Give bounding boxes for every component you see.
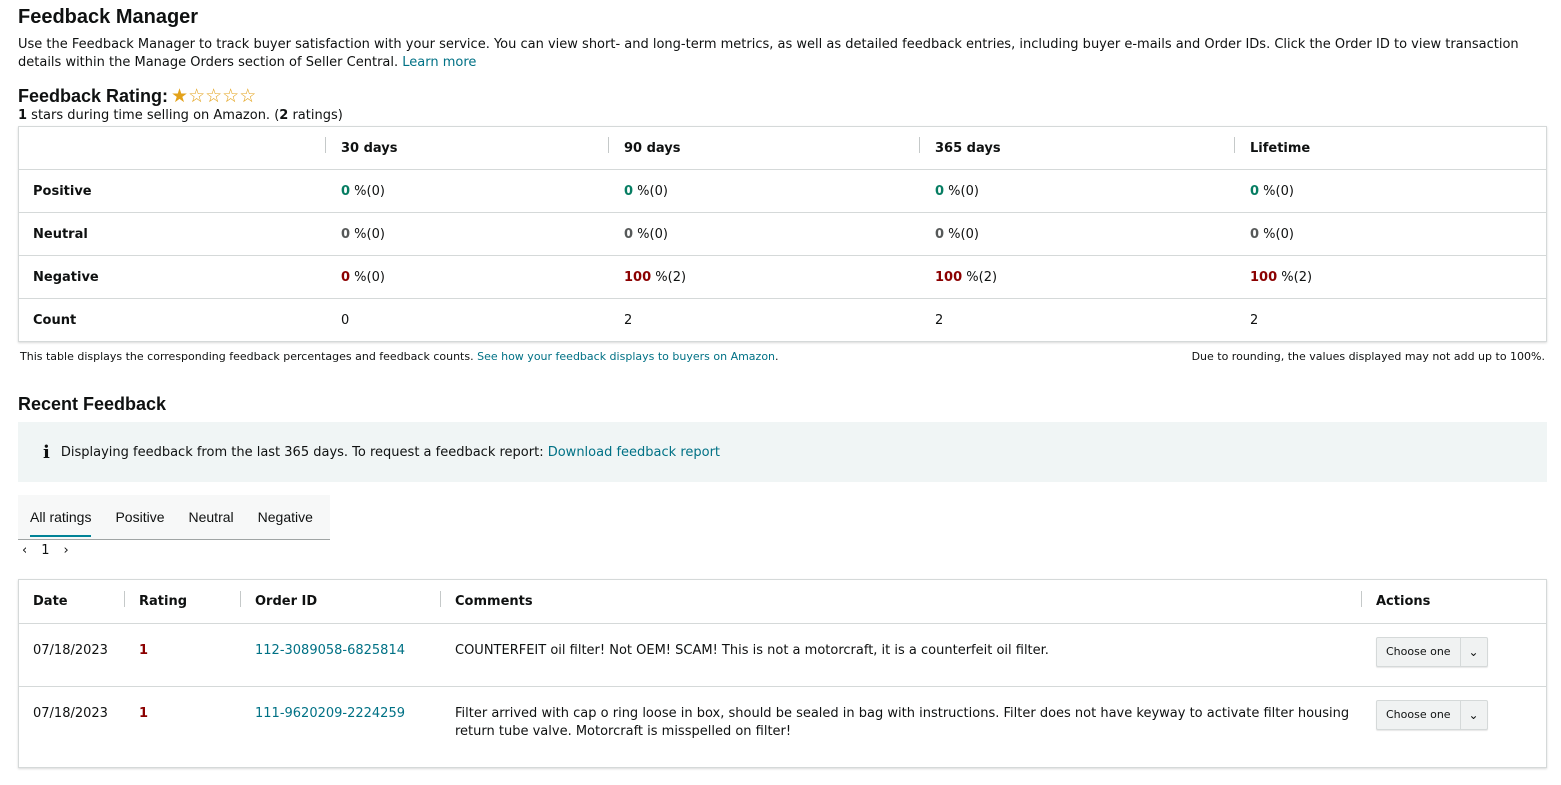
row-label: Count: [33, 312, 77, 328]
tab-negative[interactable]: Negative: [246, 495, 325, 539]
star-empty-icon: ☆: [222, 85, 240, 107]
footnote-left: This table displays the corresponding fe…: [20, 350, 779, 363]
chevron-down-icon[interactable]: ⌄: [1459, 638, 1487, 666]
info-icon: i: [43, 441, 50, 463]
learn-more-link[interactable]: Learn more: [402, 55, 476, 70]
chevron-down-icon[interactable]: ⌄: [1459, 701, 1487, 729]
metrics-row-positive: Positive 0 %(0) 0 %(0) 0 %(0) 0 %(0): [19, 169, 1546, 212]
metric-cell: 0 %(0): [624, 226, 668, 242]
metrics-table: 30 days 90 days 365 days Lifetime Positi…: [18, 126, 1547, 342]
row-label: Neutral: [33, 226, 88, 242]
feedback-rating-header: Feedback Rating: ★ ☆ ☆ ☆ ☆: [18, 86, 256, 107]
page-number[interactable]: 1: [41, 543, 49, 558]
pagination: ‹ 1 ›: [22, 543, 83, 558]
count-cell: 2: [624, 312, 633, 328]
feedback-rating-heading: Feedback Rating:: [18, 86, 169, 106]
action-cell: Choose one ⌄: [1361, 687, 1546, 767]
metrics-footnote: This table displays the corresponding fe…: [20, 350, 1545, 363]
table-row: 07/18/2023 1 112-3089058-6825814 COUNTER…: [19, 623, 1546, 686]
metric-cell: 0 %(0): [935, 183, 979, 199]
metrics-row-count: Count 0 2 2 2: [19, 298, 1546, 341]
metric-cell: 100 %(2): [935, 269, 998, 285]
feedback-date: 07/18/2023: [33, 643, 108, 658]
rating-summary-text: stars during time selling on Amazon. (: [27, 108, 280, 123]
col-order-id: Order ID: [240, 591, 440, 609]
column-90-days: 90 days: [608, 136, 919, 156]
info-banner: i Displaying feedback from the last 365 …: [18, 422, 1547, 482]
metric-cell: 0 %(0): [341, 269, 385, 285]
recent-feedback-heading: Recent Feedback: [18, 394, 167, 414]
buyer-display-link[interactable]: See how your feedback displays to buyers…: [477, 350, 775, 363]
tab-positive[interactable]: Positive: [103, 495, 176, 539]
rating-tabs: All ratings Positive Neutral Negative: [18, 495, 330, 540]
tab-neutral[interactable]: Neutral: [177, 495, 246, 539]
tab-all-ratings[interactable]: All ratings: [18, 495, 92, 539]
metric-cell: 0 %(0): [341, 226, 385, 242]
chevron-right-icon[interactable]: ›: [63, 543, 68, 558]
action-dropdown-label: Choose one: [1386, 708, 1451, 721]
row-label: Negative: [33, 269, 99, 285]
count-cell: 2: [1250, 312, 1259, 328]
rating-value: 1: [18, 108, 28, 123]
download-report-link[interactable]: Download feedback report: [548, 445, 720, 460]
order-id-cell: 111-9620209-2224259: [240, 687, 440, 767]
star-empty-icon: ☆: [188, 85, 206, 107]
col-rating: Rating: [124, 591, 240, 609]
action-cell: Choose one ⌄: [1361, 624, 1546, 686]
feedback-comment: Filter arrived with cap o ring loose in …: [455, 706, 1350, 739]
metric-cell: 0 %(0): [1250, 226, 1294, 242]
action-dropdown[interactable]: Choose one ⌄: [1376, 637, 1488, 667]
intro-text: Use the Feedback Manager to track buyer …: [18, 36, 1543, 72]
action-dropdown-label: Choose one: [1386, 645, 1451, 658]
column-lifetime: Lifetime: [1234, 136, 1546, 156]
feedback-rating: 1: [139, 706, 149, 721]
chevron-left-icon[interactable]: ‹: [22, 543, 27, 558]
star-empty-icon: ☆: [239, 85, 257, 107]
metric-cell: 0 %(0): [624, 183, 668, 199]
feedback-comment: COUNTERFEIT oil filter! Not OEM! SCAM! T…: [455, 643, 1049, 658]
metrics-row-neutral: Neutral 0 %(0) 0 %(0) 0 %(0) 0 %(0): [19, 212, 1546, 255]
column-30-days: 30 days: [325, 136, 608, 156]
feedback-header-row: Date Rating Order ID Comments Actions: [19, 580, 1546, 623]
rating-summary: 1 stars during time selling on Amazon. (…: [18, 108, 343, 123]
star-empty-icon: ☆: [205, 85, 223, 107]
column-365-days: 365 days: [919, 136, 1234, 156]
feedback-rating: 1: [139, 643, 149, 658]
rating-count: 2: [279, 108, 289, 123]
col-date: Date: [33, 594, 68, 609]
metric-cell: 0 %(0): [935, 226, 979, 242]
metrics-header-row: 30 days 90 days 365 days Lifetime: [19, 127, 1546, 169]
intro-body: Use the Feedback Manager to track buyer …: [18, 37, 1519, 70]
order-id-link[interactable]: 112-3089058-6825814: [255, 643, 405, 658]
metric-cell: 100 %(2): [1250, 269, 1313, 285]
count-cell: 0: [341, 312, 350, 328]
order-id-cell: 112-3089058-6825814: [240, 624, 440, 686]
col-comments: Comments: [440, 591, 1361, 609]
metric-cell: 0 %(0): [1250, 183, 1294, 199]
count-cell: 2: [935, 312, 944, 328]
star-filled-icon: ★: [171, 85, 189, 107]
metric-cell: 100 %(2): [624, 269, 687, 285]
row-label: Positive: [33, 183, 92, 199]
action-dropdown[interactable]: Choose one ⌄: [1376, 700, 1488, 730]
star-rating: ★ ☆ ☆ ☆ ☆: [171, 87, 256, 106]
feedback-date: 07/18/2023: [33, 706, 108, 721]
feedback-table: Date Rating Order ID Comments Actions 07…: [18, 579, 1547, 768]
rounding-note: Due to rounding, the values displayed ma…: [1191, 350, 1545, 363]
metric-cell: 0 %(0): [341, 183, 385, 199]
table-row: 07/18/2023 1 111-9620209-2224259 Filter …: [19, 686, 1546, 767]
order-id-link[interactable]: 111-9620209-2224259: [255, 706, 405, 721]
col-actions: Actions: [1361, 591, 1546, 609]
info-text: Displaying feedback from the last 365 da…: [60, 444, 544, 460]
metrics-row-negative: Negative 0 %(0) 100 %(2) 100 %(2) 100 %(…: [19, 255, 1546, 298]
rating-summary-suffix: ratings): [288, 108, 343, 123]
page-title: Feedback Manager: [18, 6, 199, 28]
footnote-text: This table displays the corresponding fe…: [20, 350, 474, 363]
